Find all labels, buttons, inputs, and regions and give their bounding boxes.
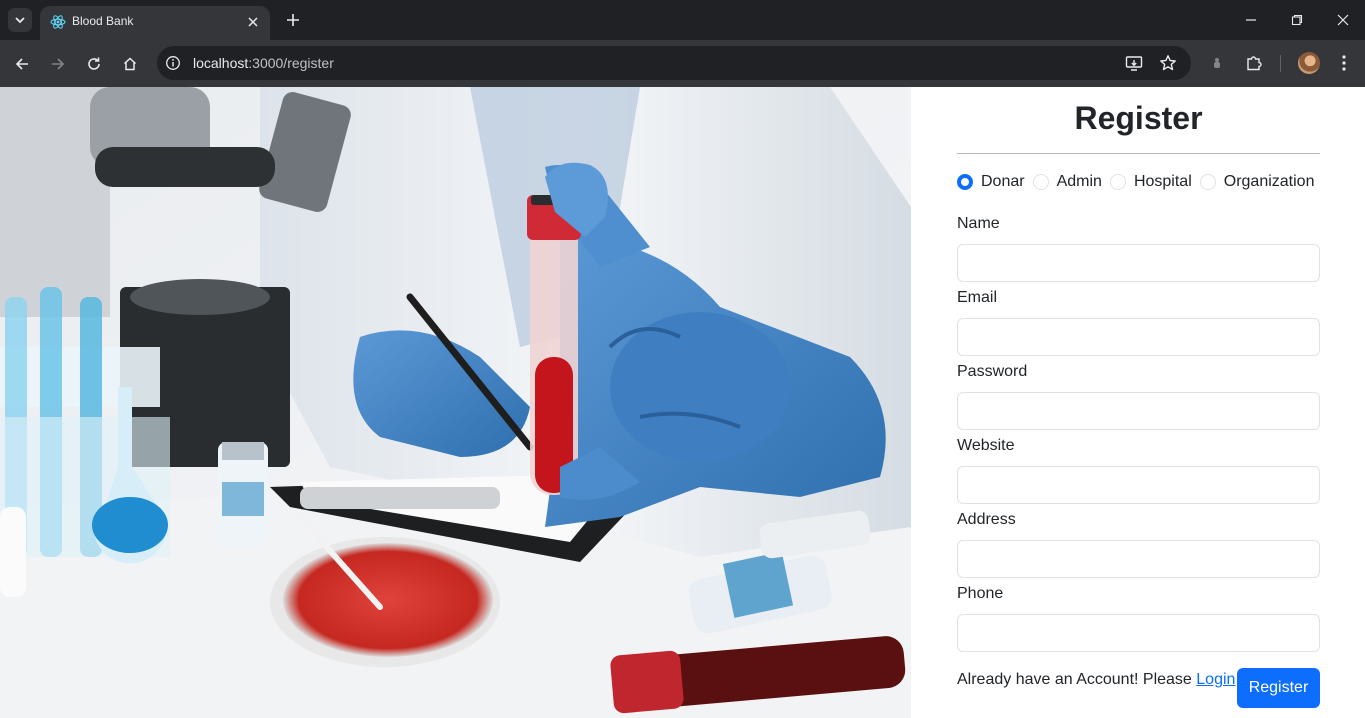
browser-toolbar: localhost:3000/register bbox=[0, 40, 1365, 87]
profile-avatar[interactable] bbox=[1298, 52, 1320, 74]
page-title: Register bbox=[1074, 100, 1203, 136]
radio-admin[interactable] bbox=[1032, 174, 1049, 190]
forward-icon[interactable] bbox=[46, 52, 70, 76]
minimize-icon[interactable] bbox=[1237, 8, 1265, 32]
plus-icon[interactable] bbox=[282, 9, 304, 31]
password-label: Password bbox=[957, 363, 1028, 380]
tab-strip: Blood Bank bbox=[0, 0, 1365, 40]
menu-kebab-icon[interactable] bbox=[1333, 52, 1355, 74]
register-page: Register Donar Admin Hospital Organizati… bbox=[0, 87, 1365, 718]
login-link[interactable]: Login bbox=[1196, 671, 1235, 688]
tab-title: Blood Bank bbox=[72, 14, 134, 28]
window-close-icon[interactable] bbox=[1329, 8, 1357, 32]
role-option-hospital[interactable]: Hospital bbox=[1109, 173, 1192, 191]
url-host: localhost bbox=[193, 55, 249, 71]
extension-puzzle-icon[interactable] bbox=[1243, 52, 1265, 74]
login-prompt-text: Already have an Account! Please bbox=[957, 671, 1197, 688]
register-form: Register Donar Admin Hospital Organizati… bbox=[911, 87, 1365, 718]
close-icon[interactable] bbox=[244, 13, 262, 31]
radio-hospital[interactable] bbox=[1109, 174, 1126, 190]
star-icon[interactable] bbox=[1159, 54, 1177, 72]
phone-label: Phone bbox=[957, 585, 1004, 602]
role-label-hospital: Hospital bbox=[1133, 173, 1192, 190]
extension-status-icon[interactable] bbox=[1206, 52, 1228, 74]
tab-search-icon[interactable] bbox=[8, 8, 32, 32]
address-input[interactable] bbox=[957, 540, 1320, 578]
divider bbox=[957, 153, 1320, 154]
register-button[interactable]: Register bbox=[1237, 668, 1320, 708]
website-label: Website bbox=[957, 437, 1015, 454]
tab-blood-bank[interactable]: Blood Bank bbox=[40, 6, 270, 40]
phone-input[interactable] bbox=[957, 614, 1320, 652]
restore-icon[interactable] bbox=[1283, 8, 1311, 32]
role-label-organization: Organization bbox=[1223, 173, 1315, 190]
email-label: Email bbox=[957, 289, 998, 306]
url-text: localhost:3000/register bbox=[193, 55, 334, 71]
role-option-organization[interactable]: Organization bbox=[1199, 173, 1315, 191]
back-icon[interactable] bbox=[10, 52, 34, 76]
email-input[interactable] bbox=[957, 318, 1320, 356]
site-info-icon[interactable] bbox=[165, 55, 181, 71]
reload-icon[interactable] bbox=[82, 52, 106, 76]
react-favicon-icon bbox=[50, 14, 66, 30]
lab-hero-image bbox=[0, 87, 911, 718]
role-label-donar: Donar bbox=[981, 173, 1025, 190]
radio-donar[interactable] bbox=[957, 174, 973, 190]
login-prompt: Already have an Account! Please Login bbox=[957, 671, 1235, 689]
toolbar-separator bbox=[1280, 55, 1281, 72]
address-label: Address bbox=[957, 511, 1016, 528]
role-option-admin[interactable]: Admin bbox=[1032, 173, 1102, 191]
role-label-admin: Admin bbox=[1056, 173, 1102, 190]
role-selector: Donar Admin Hospital Organization bbox=[957, 173, 1322, 191]
home-icon[interactable] bbox=[118, 52, 142, 76]
url-path: :3000/register bbox=[248, 55, 334, 71]
website-input[interactable] bbox=[957, 466, 1320, 504]
radio-organization[interactable] bbox=[1199, 174, 1216, 190]
address-bar[interactable]: localhost:3000/register bbox=[157, 46, 1191, 80]
name-input[interactable] bbox=[957, 244, 1320, 282]
name-label: Name bbox=[957, 215, 1000, 232]
password-input[interactable] bbox=[957, 392, 1320, 430]
install-app-icon[interactable] bbox=[1125, 54, 1143, 72]
role-option-donar[interactable]: Donar bbox=[957, 173, 1025, 191]
